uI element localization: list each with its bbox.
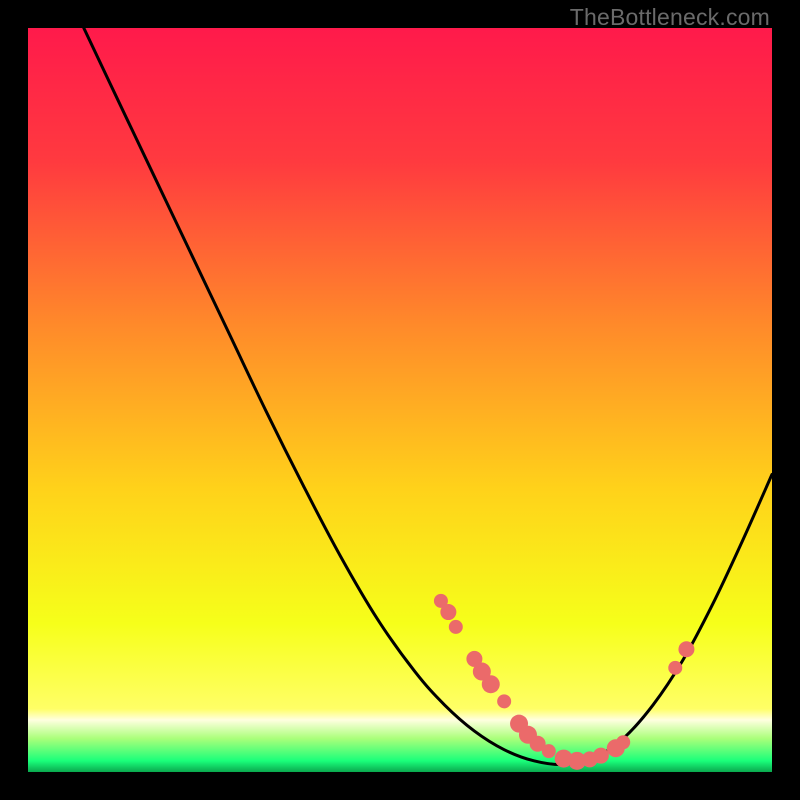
data-marker (616, 735, 630, 749)
chart-frame (28, 28, 772, 772)
data-marker (440, 604, 456, 620)
data-marker (668, 661, 682, 675)
bottleneck-curve-chart (28, 28, 772, 772)
data-marker (593, 748, 609, 764)
gradient-background (28, 28, 772, 772)
data-marker (497, 694, 511, 708)
watermark-text: TheBottleneck.com (570, 4, 770, 31)
data-marker (449, 620, 463, 634)
data-marker (482, 675, 500, 693)
data-marker (678, 641, 694, 657)
data-marker (542, 744, 556, 758)
